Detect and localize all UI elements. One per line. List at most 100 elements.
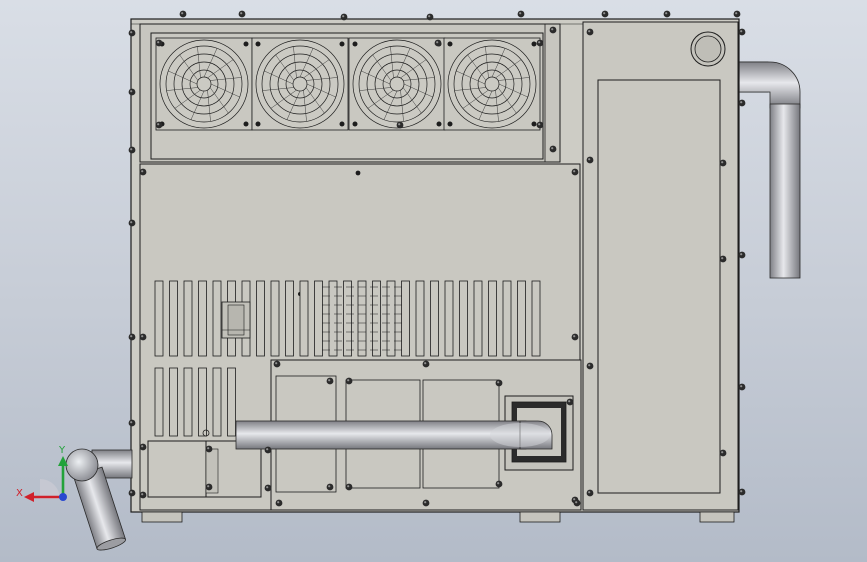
right-pipe (737, 61, 801, 279)
bolt-icon (139, 168, 147, 176)
bolt-icon (601, 10, 609, 18)
vent-slot (256, 280, 265, 357)
bolt-icon (264, 446, 272, 454)
vent-slot (444, 280, 454, 357)
side-panel (582, 21, 739, 511)
bolt-icon (495, 480, 503, 488)
bolt-icon (139, 443, 147, 451)
bolt-icon (139, 491, 147, 499)
bolt-icon (128, 88, 136, 96)
bolt-icon (326, 483, 334, 491)
vent-slot (198, 280, 207, 357)
vent-slot (357, 280, 367, 357)
bolt-icon (495, 379, 503, 387)
bolt-icon (326, 377, 334, 385)
vent-slot (517, 280, 526, 357)
cad-viewport[interactable]: X Y (0, 0, 867, 562)
bolt-icon (275, 499, 283, 507)
panel-latch (221, 301, 251, 339)
bolt-icon (719, 159, 727, 167)
bolt-icon (517, 10, 525, 18)
y-axis-label: Y (58, 445, 66, 456)
bolt-icon (586, 28, 594, 36)
bolt-icon (549, 145, 557, 153)
bolt-icon (426, 13, 434, 21)
vent-slot (473, 280, 483, 357)
vent-slot (415, 280, 425, 357)
bolt-icon (205, 445, 213, 453)
bolt-icon (396, 121, 404, 129)
vent-slot (154, 367, 164, 437)
vent-slot (154, 280, 164, 357)
vent-slot (372, 280, 381, 357)
vent-slot (488, 280, 497, 357)
axis-triad-icon: X Y (16, 445, 68, 502)
bolt-icon (128, 489, 136, 497)
bolt-icon (663, 10, 671, 18)
bolt-icon (128, 219, 136, 227)
cooling-fan-icon (251, 37, 349, 131)
bolt-icon (128, 333, 136, 341)
cooling-fan-icon (443, 37, 541, 131)
vent-slot (328, 280, 338, 357)
bolt-icon (719, 449, 727, 457)
vent-slot (285, 280, 294, 357)
bolt-icon (738, 28, 746, 36)
bolt-icon (738, 99, 746, 107)
bolt-icon (205, 483, 213, 491)
vent-slot (401, 280, 410, 357)
vent-slot (531, 280, 541, 357)
lower-pipe (235, 420, 553, 450)
vent-slot (183, 367, 193, 437)
vent-slot (198, 367, 207, 437)
cooling-fan-icon (348, 37, 446, 131)
bolt-icon (139, 333, 147, 341)
bolt-icon (345, 377, 353, 385)
cooling-fan-icon (155, 37, 253, 131)
vent-slot (227, 367, 236, 437)
bolt-icon (422, 499, 430, 507)
vent-slot (169, 367, 178, 437)
bolt-icon (536, 39, 544, 47)
bolt-icon (549, 26, 557, 34)
bolt-icon (264, 484, 272, 492)
bolt-icon (238, 10, 246, 18)
bolt-icon (573, 499, 581, 507)
bolt-icon (738, 383, 746, 391)
vent-slot (314, 280, 323, 357)
vent-slot (430, 280, 439, 357)
cad-model-view[interactable] (0, 0, 867, 562)
bolt-icon (128, 146, 136, 154)
bolt-icon (434, 39, 442, 47)
vent-slot (299, 280, 309, 357)
bolt-icon (738, 251, 746, 259)
bolt-icon (536, 121, 544, 129)
bolt-icon (738, 488, 746, 496)
vent-slot (343, 280, 352, 357)
bolt-icon (179, 10, 187, 18)
bolt-icon (128, 419, 136, 427)
vent-slot (386, 280, 396, 357)
bolt-icon (155, 121, 163, 129)
vent-slot (212, 280, 222, 357)
bolt-icon (128, 29, 136, 37)
bolt-icon (422, 360, 430, 368)
bolt-icon (586, 362, 594, 370)
bolt-icon (345, 483, 353, 491)
vent-slot (169, 280, 178, 357)
bolt-icon (273, 360, 281, 368)
vent-slot (270, 280, 280, 357)
vent-slot (502, 280, 512, 357)
bolt-icon (586, 489, 594, 497)
bolt-icon (571, 333, 579, 341)
bolt-icon (566, 398, 574, 406)
bolt-icon (340, 13, 348, 21)
bolt-icon (571, 168, 579, 176)
fan-array (155, 37, 541, 131)
vent-slot (212, 367, 222, 437)
bolt-icon (719, 255, 727, 263)
x-axis-label: X (16, 488, 23, 499)
bolt-icon (155, 39, 163, 47)
vent-slot (459, 280, 468, 357)
bolt-icon (733, 10, 741, 18)
